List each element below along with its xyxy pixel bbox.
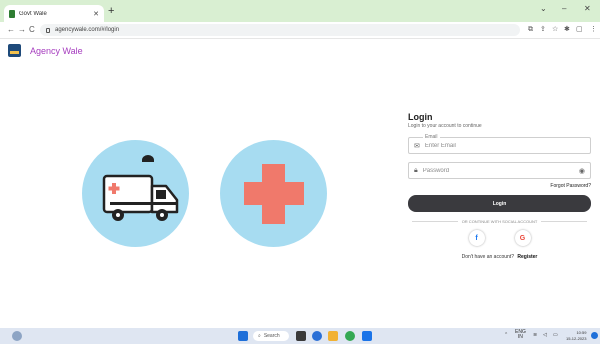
mail-icon: ✉: [414, 142, 420, 150]
taskbar-search-label: Search: [263, 333, 280, 339]
login-button[interactable]: Login: [408, 195, 591, 212]
menu-icon[interactable]: ⋮: [590, 25, 597, 35]
wifi-icon[interactable]: ≋: [533, 333, 537, 338]
google-login-button[interactable]: G: [514, 230, 531, 246]
show-password-icon[interactable]: ◉: [579, 167, 585, 175]
file-explorer-icon[interactable]: [328, 331, 338, 341]
screen-share-icon[interactable]: ⧉: [528, 25, 533, 35]
battery-icon[interactable]: ▭: [553, 333, 558, 338]
reload-icon[interactable]: C: [29, 25, 35, 35]
chevron-up-icon[interactable]: ⌃: [504, 333, 508, 338]
bookmark-star-icon[interactable]: ☆: [552, 25, 558, 35]
email-input[interactable]: [424, 142, 590, 149]
clock[interactable]: 10:59 15-12-2023: [566, 330, 586, 342]
close-tab-icon[interactable]: ✕: [93, 10, 99, 18]
close-window-icon[interactable]: ✕: [584, 4, 591, 13]
medical-cross-illustration: [220, 140, 327, 247]
social-login-buttons: f G: [408, 230, 591, 246]
address-bar[interactable]: agencywale.com/#/login: [40, 24, 520, 36]
email-field[interactable]: Email ✉: [408, 134, 591, 154]
google-icon: G: [519, 234, 526, 242]
password-field[interactable]: 🔒︎ ◉: [408, 162, 591, 179]
lock-icon: 🔒︎: [414, 166, 418, 174]
language-indicator[interactable]: ENG IN: [515, 330, 526, 340]
sidebar-icon[interactable]: ▢: [576, 25, 583, 35]
ambulance-icon: [102, 155, 179, 221]
register-prompt: Don't have an account? Register: [408, 254, 591, 260]
login-subtitle: Login to your account to continue: [408, 123, 482, 129]
region-code: IN: [517, 334, 523, 340]
start-icon[interactable]: [238, 331, 248, 341]
site-brand[interactable]: Agency Wale: [8, 44, 83, 57]
brand-logo-icon: [8, 44, 21, 57]
taskbar: ⌕ Search ⌃ ENG IN ≋ ◁ ▭ 10:59 15-12-2023: [0, 328, 600, 344]
tab-title: Govt Wale: [19, 10, 47, 17]
register-link[interactable]: Register: [517, 254, 537, 260]
url-text: agencywale.com/#/login: [55, 27, 120, 33]
notification-icon[interactable]: [591, 332, 598, 339]
register-prompt-text: Don't have an account?: [461, 254, 514, 260]
browser-toolbar: ← → C agencywale.com/#/login ⧉ ⇪ ☆ ✱ ▢ ⋮: [0, 22, 600, 39]
back-icon[interactable]: ←: [7, 25, 15, 35]
facebook-login-button[interactable]: f: [468, 230, 485, 246]
chat-icon[interactable]: [312, 331, 322, 341]
password-input[interactable]: [422, 167, 579, 174]
extensions-icon[interactable]: ✱: [564, 25, 570, 35]
forgot-password-link[interactable]: Forgot Password?: [408, 183, 591, 189]
social-divider: OR CONTINUE WITH SOCIAL ACCOUNT: [408, 219, 591, 224]
browser-tab-bar: Govt Wale ✕ + ⌄ – ✕: [0, 0, 600, 22]
site-favicon-icon: [9, 9, 15, 18]
task-view-icon[interactable]: [296, 331, 306, 341]
lock-icon: [46, 27, 50, 33]
ambulance-illustration: [82, 140, 189, 247]
login-form: Login Login to your account to continue …: [408, 112, 591, 260]
new-tab-button[interactable]: +: [108, 6, 114, 17]
volume-icon[interactable]: ◁: [543, 333, 547, 338]
brand-name: Agency Wale: [30, 45, 83, 56]
facebook-icon: f: [475, 234, 478, 242]
search-icon: ⌕: [258, 333, 261, 339]
weather-icon[interactable]: [12, 331, 22, 341]
login-title: Login: [408, 112, 433, 122]
tab-search-icon[interactable]: ⌄: [540, 4, 547, 13]
share-icon[interactable]: ⇪: [540, 25, 546, 35]
taskbar-search[interactable]: ⌕ Search: [253, 331, 289, 341]
chrome-icon[interactable]: [345, 331, 355, 341]
forward-icon[interactable]: →: [18, 25, 26, 35]
browser-tab[interactable]: Govt Wale ✕: [4, 5, 104, 22]
medical-cross-icon: [244, 164, 304, 224]
email-legend: Email: [423, 134, 440, 140]
minimize-icon[interactable]: –: [562, 4, 566, 13]
store-icon[interactable]: [362, 331, 372, 341]
clock-date: 15-12-2023: [566, 336, 587, 341]
